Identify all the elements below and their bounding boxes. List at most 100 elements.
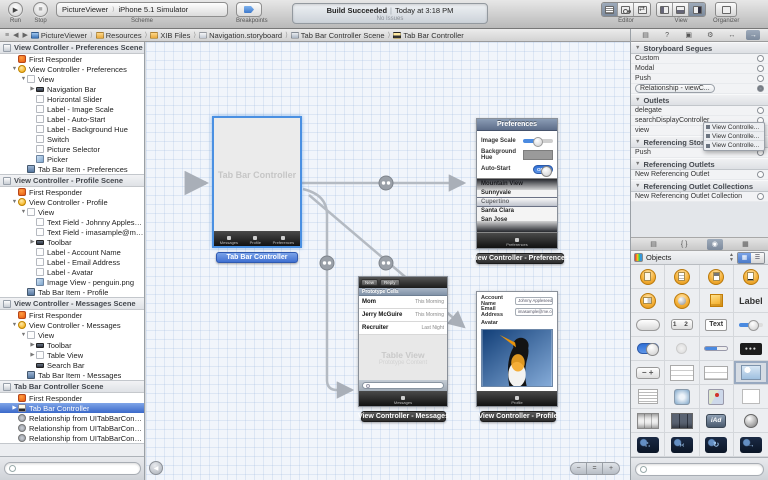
version-editor-button[interactable] [634, 3, 650, 16]
segue-target-row[interactable]: View Controlle... [704, 132, 764, 141]
outline-row[interactable]: ▶Tab Bar Controller [0, 403, 144, 413]
identity-inspector-icon[interactable]: ▣ [682, 30, 696, 40]
library-item-text-view[interactable] [631, 385, 665, 409]
outline-row[interactable]: Image View - penguin.png [0, 277, 144, 287]
disclosure-triangle[interactable]: ▼ [20, 209, 27, 215]
library-item-glkit-view[interactable] [734, 409, 768, 433]
library-item-object[interactable] [700, 289, 734, 313]
library-item-round-rect-button[interactable] [631, 313, 665, 337]
background-hue-swatch[interactable] [523, 150, 553, 160]
preferences-scene-label[interactable]: View Controller - Preferences [476, 253, 564, 264]
messages-scene-label[interactable]: View Controller - Messages [361, 411, 446, 422]
outline-row[interactable]: Relationship from UITabBarControll... [0, 423, 144, 433]
library-item-page-view-controller[interactable] [631, 289, 665, 313]
file-template-library-icon[interactable]: ▤ [646, 239, 662, 250]
library-item-table-view-cell[interactable] [700, 361, 734, 385]
disclosure-triangle[interactable]: ▼ [635, 139, 640, 145]
organizer-button[interactable] [715, 2, 737, 17]
zoom-actual-button[interactable]: = [587, 463, 603, 474]
tab-bar-item[interactable]: Preferences [273, 236, 295, 245]
segue-target-row[interactable]: View Controlle... [704, 141, 764, 150]
outline-row[interactable]: Picker [0, 154, 144, 164]
connection-well[interactable] [757, 107, 764, 114]
outline-row[interactable]: First Responder [0, 187, 144, 197]
library-item-text-field[interactable]: Text [700, 313, 734, 337]
outline-row[interactable]: Relationship from UITabBarControll... [0, 413, 144, 423]
outline-row[interactable]: First Responder [0, 54, 144, 64]
outline-row[interactable]: First Responder [0, 310, 144, 320]
tab-bar-item[interactable]: Preferences [506, 238, 528, 247]
tab-bar-item[interactable]: Messages [220, 236, 238, 245]
library-item-segmented-control[interactable]: 1 2 [665, 313, 699, 337]
outline-row[interactable]: Search Bar [0, 360, 144, 370]
inspector-section-header[interactable]: ▼Storyboard Segues [631, 42, 768, 54]
text-field[interactable]: Johnny Appleseed [515, 297, 553, 305]
scene-header[interactable]: View Controller - Profile Scene [0, 175, 144, 187]
segue-to-messages[interactable] [303, 189, 352, 390]
library-item-table-view[interactable] [665, 361, 699, 385]
auto-start-switch[interactable]: ON [533, 165, 553, 174]
library-item-picker-view[interactable] [631, 409, 665, 433]
outline-row[interactable]: ▼View [0, 330, 144, 340]
outline-row[interactable]: Text Field - Johnny Appleseed [0, 217, 144, 227]
scene-header[interactable]: Tab Bar Controller Scene [0, 381, 144, 393]
breadcrumb-item[interactable]: Tab Bar Controller Scene [291, 31, 385, 40]
standard-editor-button[interactable] [602, 3, 618, 16]
horizontal-slider[interactable] [523, 139, 553, 143]
library-item-iad-banner-view[interactable]: iAd [700, 409, 734, 433]
disclosure-triangle[interactable]: ▶ [29, 86, 36, 92]
list-view-button[interactable]: ☰ [751, 253, 764, 263]
disclosure-triangle[interactable]: ▶ [29, 239, 36, 245]
table-view-cell[interactable]: RecruiterLast Night [359, 322, 447, 335]
outline-row[interactable]: ▼View [0, 207, 144, 217]
disclosure-triangle[interactable]: ▼ [635, 45, 640, 51]
library-category-selector[interactable]: Objects ▲▼ ▦ ☰ [631, 251, 768, 265]
outline-row[interactable]: ▶Navigation Bar [0, 84, 144, 94]
picker-view[interactable]: Mountain ViewSunnyvaleCupertinoSanta Cla… [477, 178, 557, 233]
disclosure-triangle[interactable]: ▶ [29, 352, 36, 358]
profile-scene-label[interactable]: View Controller - Profile [480, 411, 556, 422]
tab-bar-item[interactable]: Messages [394, 396, 412, 405]
outline-row[interactable]: Label - Account Name [0, 247, 144, 257]
segue-target-row[interactable]: View Controlle... [704, 123, 764, 132]
outline-row[interactable]: ▼View Controller - Preferences [0, 64, 144, 74]
outline-row[interactable]: ▶Toolbar [0, 340, 144, 350]
breadcrumb-item[interactable]: Tab Bar Controller [393, 31, 463, 40]
storyboard-canvas[interactable]: Tab Bar Controller MessagesProfilePrefer… [146, 42, 630, 480]
outline-row[interactable]: Tab Bar Item - Messages [0, 370, 144, 380]
tab-bar-controller-label[interactable]: Tab Bar Controller [216, 252, 298, 263]
breadcrumb-item[interactable]: XIB Files [150, 31, 190, 40]
size-inspector-icon[interactable]: ↔ [725, 30, 739, 40]
disclosure-triangle[interactable]: ▼ [20, 76, 27, 82]
outline-row[interactable]: Tab Bar Item - Profile [0, 287, 144, 297]
forward-icon[interactable]: ▶ [22, 31, 27, 39]
grid-view-button[interactable]: ▦ [738, 253, 751, 263]
library-item-tap-gesture-recognizer[interactable]: ∴ [631, 433, 665, 457]
outline-row[interactable]: ▼View Controller - Messages [0, 320, 144, 330]
zoom-in-button[interactable]: + [603, 463, 619, 474]
toggle-debug-area-button[interactable] [673, 3, 689, 16]
outline-row[interactable]: ▶Toolbar [0, 237, 144, 247]
relationship-badge[interactable] [379, 176, 393, 190]
disclosure-triangle[interactable]: ▼ [11, 322, 18, 328]
toggle-navigator-button[interactable] [657, 3, 673, 16]
stop-button[interactable]: ■ [33, 2, 48, 17]
library-item-label[interactable]: Label [734, 289, 768, 313]
picker-item[interactable]: Santa Clara [477, 206, 557, 215]
profile-view-controller[interactable]: Account NameJohnny AppleseedEmail Addres… [476, 291, 558, 407]
breadcrumb-item[interactable]: Resources [96, 31, 142, 40]
related-items-icon[interactable]: ≡ [5, 32, 9, 39]
object-library-icon[interactable]: ◉ [707, 239, 723, 250]
scene-header[interactable]: View Controller - Preferences Scene [0, 42, 144, 54]
outline-row[interactable]: Picture Selector [0, 144, 144, 154]
scene-header[interactable]: View Controller - Messages Scene [0, 298, 144, 310]
outline-row[interactable]: Horizontal Slider [0, 94, 144, 104]
library-item-tab-bar-controller[interactable] [734, 265, 768, 289]
text-field[interactable]: imasample@me.com [515, 308, 553, 316]
breakpoints-button[interactable] [236, 2, 262, 17]
connections-inspector-icon[interactable]: → [746, 30, 760, 40]
disclosure-triangle[interactable]: ▶ [11, 405, 18, 411]
library-item-stepper[interactable]: − + [631, 361, 665, 385]
library-item-activity-indicator-view[interactable] [665, 337, 699, 361]
library-filter-input[interactable] [635, 463, 764, 476]
